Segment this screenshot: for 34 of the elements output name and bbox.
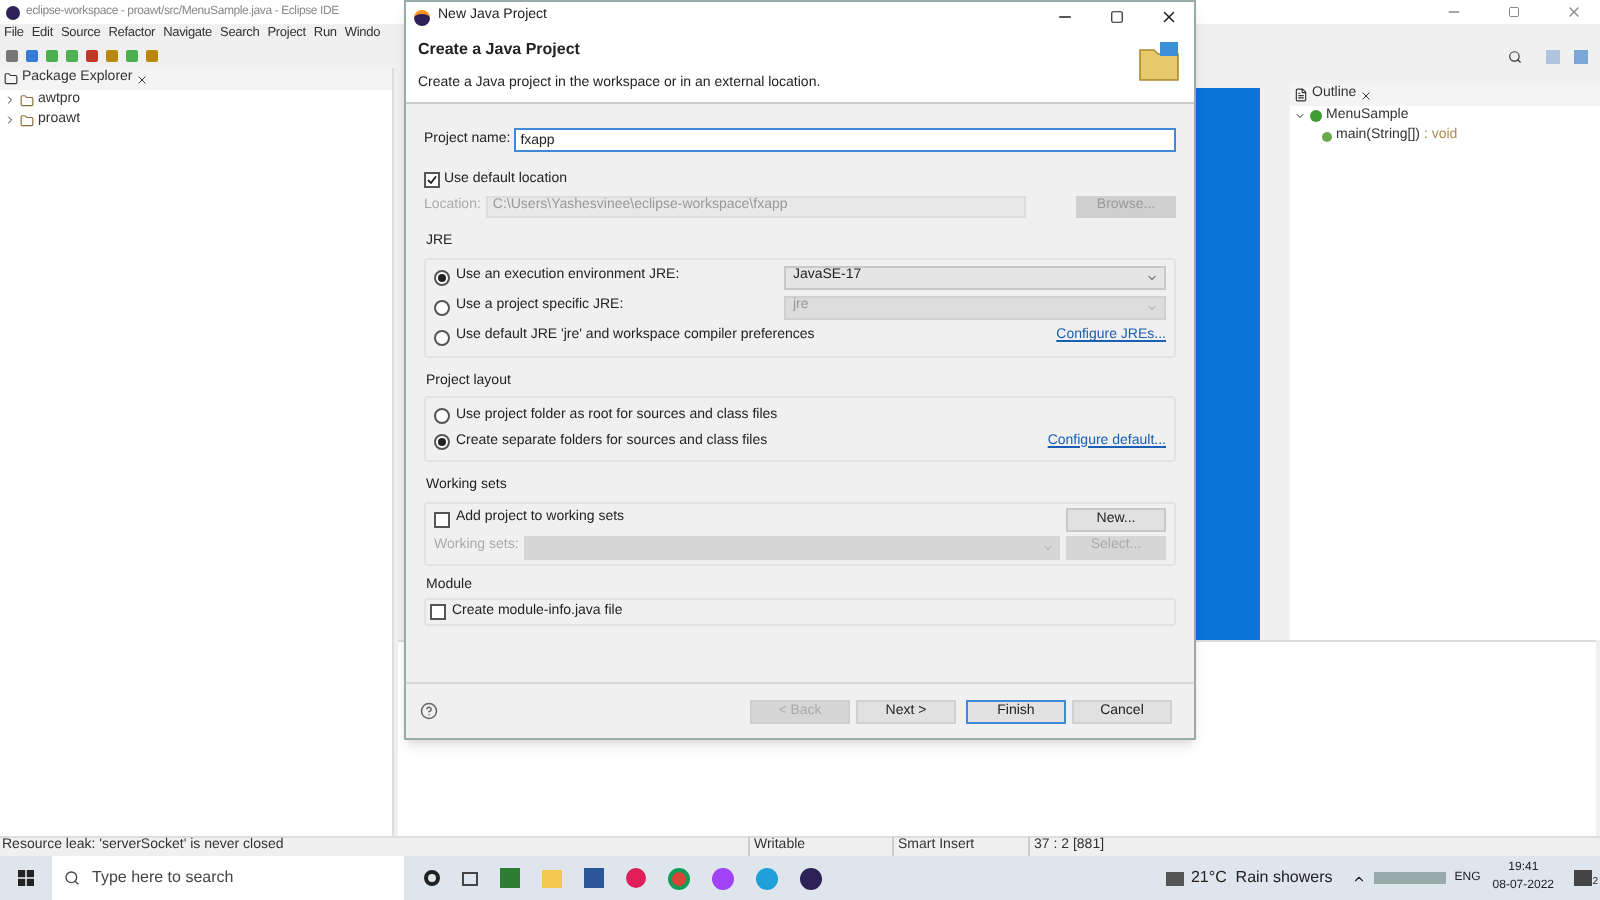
task-view-icon[interactable]	[462, 871, 478, 885]
project-folder-icon	[20, 113, 34, 127]
radio-button[interactable]	[434, 299, 450, 315]
taskbar-search-field[interactable]: Type here to search	[52, 856, 404, 900]
close-icon[interactable]	[136, 73, 149, 85]
document-icon	[1294, 88, 1308, 102]
class-icon	[1310, 110, 1322, 122]
close-icon[interactable]	[1360, 89, 1373, 101]
search-icon[interactable]	[1508, 49, 1522, 63]
checkbox[interactable]	[430, 604, 446, 620]
chevron-up-icon[interactable]	[1352, 871, 1367, 885]
eclipse-logo-icon	[414, 9, 430, 25]
chevron-down-icon	[1146, 271, 1158, 283]
search-icon	[64, 870, 80, 886]
chevron-down-icon[interactable]	[1294, 110, 1306, 122]
windows-logo-icon[interactable]	[18, 870, 34, 886]
help-icon[interactable]	[420, 702, 438, 720]
project-folder-icon	[20, 93, 34, 107]
method-icon	[1322, 131, 1332, 141]
weather-text[interactable]: 21°C Rain showers	[1190, 866, 1333, 890]
radio-button[interactable]	[434, 269, 450, 285]
radio-button[interactable]	[434, 408, 450, 424]
radio-button[interactable]	[434, 329, 450, 345]
dialog-heading: Create a Java Project	[418, 38, 582, 62]
app-icon[interactable]	[712, 867, 734, 889]
cortana-icon[interactable]	[424, 870, 440, 886]
chevron-down-icon	[1146, 301, 1158, 313]
folder-icon	[4, 72, 18, 86]
radio-button[interactable]	[434, 434, 450, 450]
maximize-icon[interactable]	[1110, 10, 1124, 24]
folder-icon	[1138, 40, 1182, 84]
eclipse-logo-icon	[6, 5, 20, 19]
close-icon[interactable]	[1160, 8, 1178, 26]
checkbox[interactable]	[424, 172, 440, 188]
